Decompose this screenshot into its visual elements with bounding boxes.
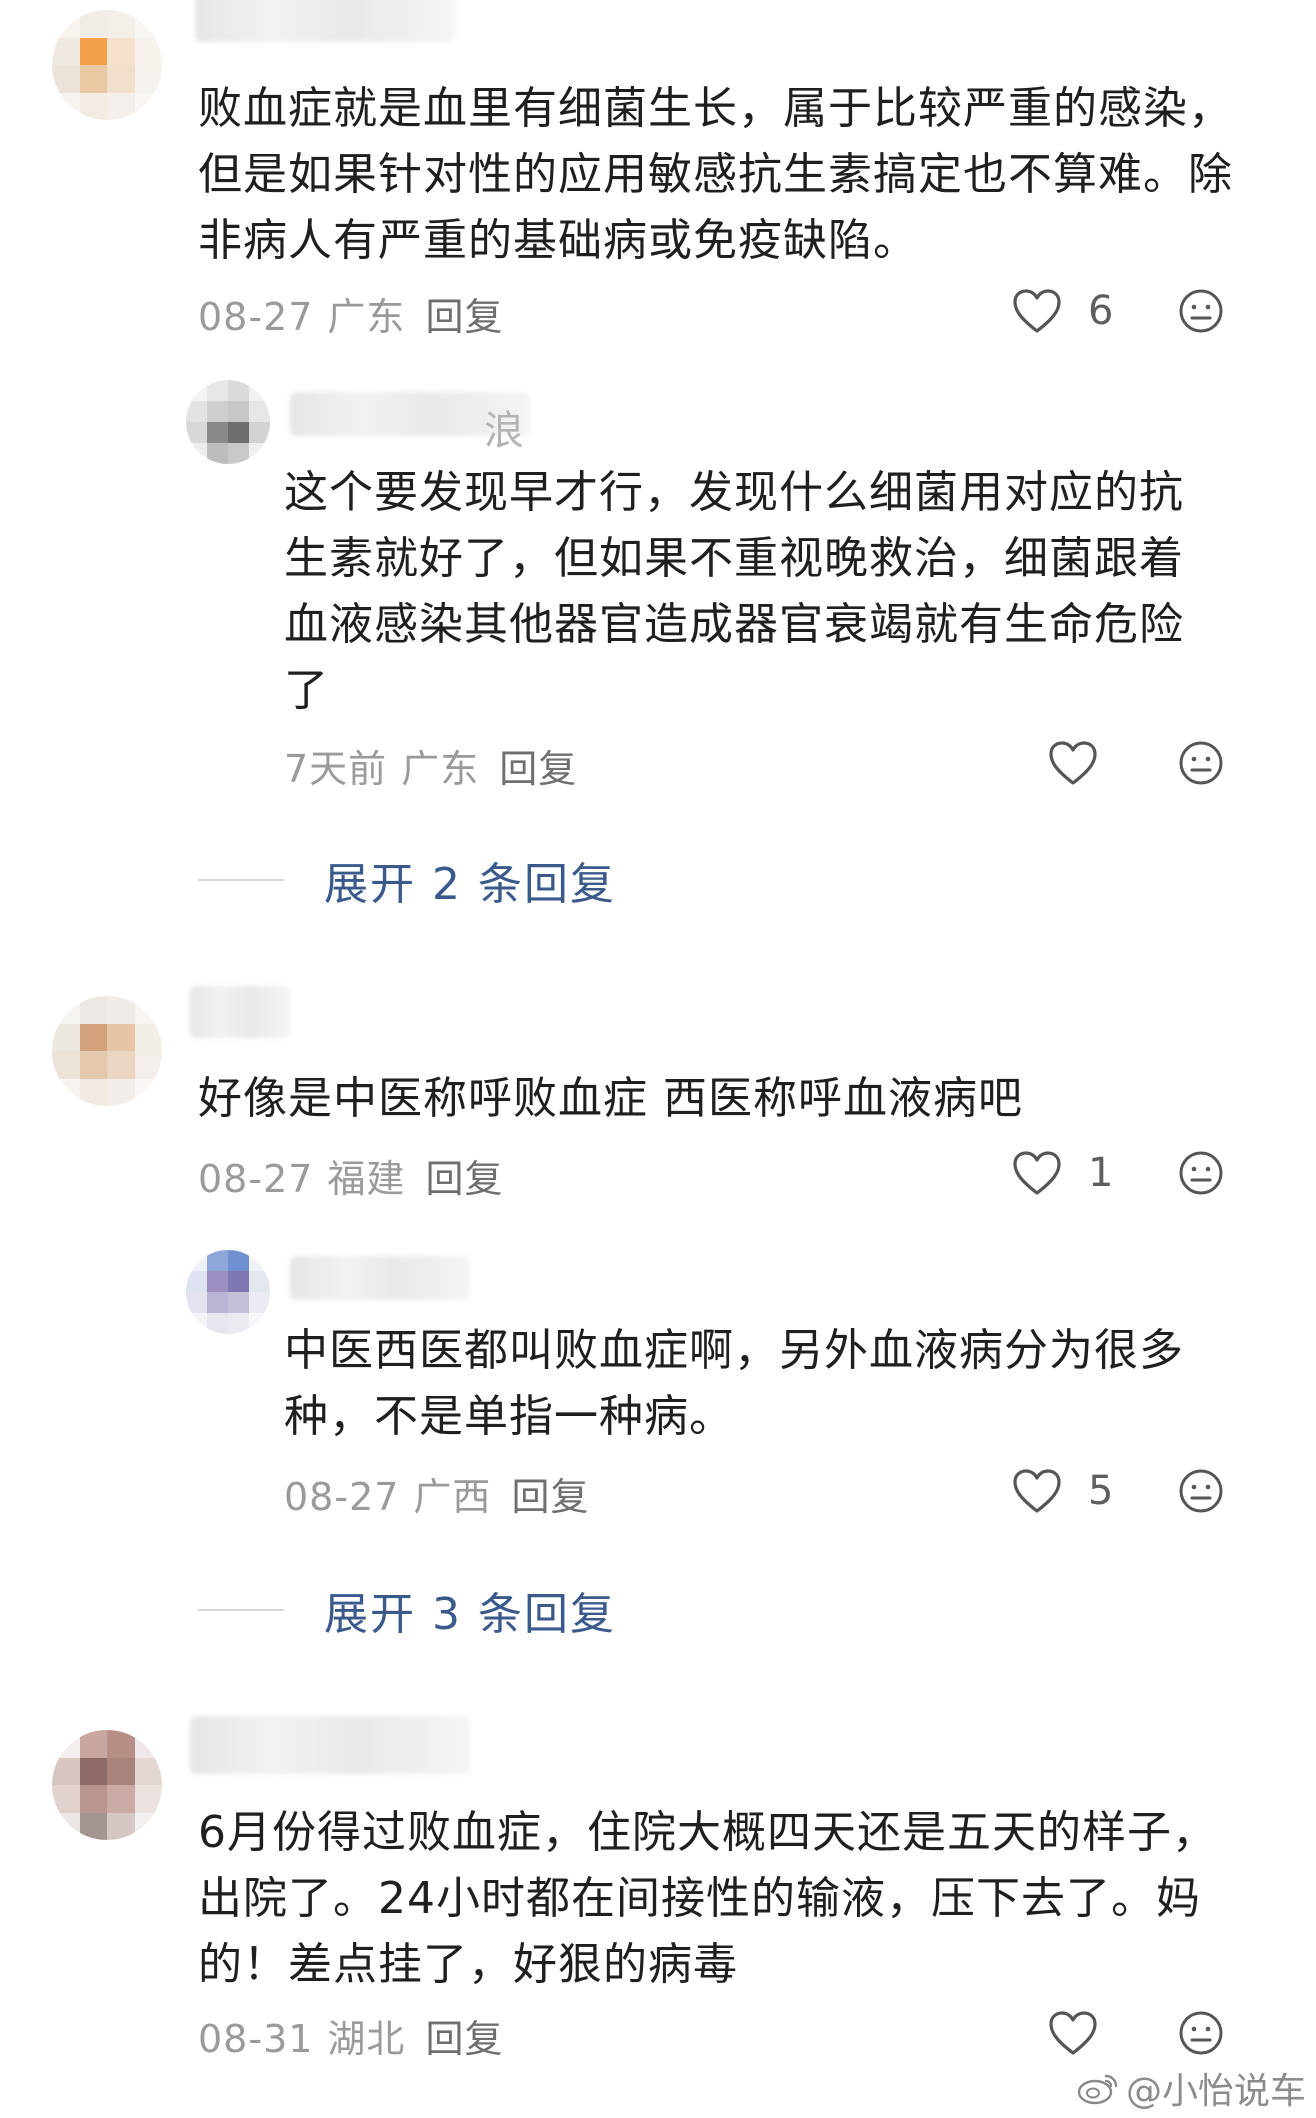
username-blurred[interactable] [190,986,290,1038]
reply-button[interactable]: 回复 [425,1157,503,1201]
comment-text: 好像是中医称呼败血症 西医称呼血液病吧 [198,1073,1023,1124]
like-count: 5 [1088,1468,1114,1514]
comment-region: 福建 [327,1157,406,1201]
comment-date: 08-27 [284,1475,400,1519]
avatar[interactable] [186,380,270,464]
weibo-logo-icon [1077,2074,1118,2105]
comment-meta: 7天前 广东 回复 [284,738,577,793]
avatar[interactable] [52,1730,162,1840]
heart-icon [1013,289,1061,333]
comment-date: 7天前 [284,747,388,791]
username-fragment[interactable]: 浪 [484,398,526,456]
comment-region: 广东 [327,295,406,339]
like-button[interactable] [1048,2008,1098,2058]
reply-button[interactable]: 回复 [425,2017,503,2061]
watermark-text: @小怡说车 [1125,2071,1306,2112]
comment-meta: 08-27 广西 回复 [284,1466,589,1521]
avatar[interactable] [52,996,162,1106]
divider-line [198,1609,284,1611]
avatar[interactable] [52,10,162,120]
heart-icon [1049,2011,1097,2055]
expand-replies-label[interactable]: 展开 3 条回复 [324,1578,616,1642]
comment-meta: 08-27 广东 回复 [198,286,503,341]
username-blurred[interactable] [195,0,455,42]
comment-region: 广西 [413,1475,492,1519]
like-count: 1 [1088,1150,1114,1196]
comment-thread: 败血症就是血里有细菌生长，属于比较严重的感染，但是如果针对性的应用敏感抗生素搞定… [0,0,1316,2118]
expand-replies-link[interactable]: 展开 2 条回复 [198,848,616,912]
neutral-face-icon[interactable] [1178,288,1224,334]
comment-region: 湖北 [327,2017,406,2061]
expand-replies-link[interactable]: 展开 3 条回复 [198,1578,616,1642]
reply-button[interactable]: 回复 [511,1475,589,1519]
heart-icon [1013,1151,1061,1195]
neutral-face-icon[interactable] [1178,2010,1224,2056]
reply-button[interactable]: 回复 [425,295,503,339]
neutral-face-icon[interactable] [1178,1150,1224,1196]
comment-date: 08-27 [198,1157,314,1201]
comment-text: 这个要发现早才行，发现什么细菌用对应的抗生素就好了，但如果不重视晚救治，细菌跟着… [284,467,1184,716]
heart-icon [1049,741,1097,785]
comment-date: 08-27 [198,295,314,339]
heart-icon [1013,1469,1061,1513]
neutral-face-icon[interactable] [1178,1468,1224,1514]
comment-date: 08-31 [198,2017,314,2061]
comment-text: 6月份得过败血症，住院大概四天还是五天的样子，出院了。24小时都在间接性的输液，… [198,1807,1217,1990]
username-blurred[interactable] [190,1716,470,1774]
comment-text: 中医西医都叫败血症啊，另外血液病分为很多种，不是单指一种病。 [284,1325,1184,1442]
expand-replies-label[interactable]: 展开 2 条回复 [324,848,616,912]
username-blurred[interactable] [290,1256,470,1300]
like-button[interactable]: 6 [1012,286,1113,336]
comment-meta: 08-27 福建 回复 [198,1148,503,1203]
neutral-face-icon[interactable] [1178,740,1224,786]
comment-meta: 08-31 湖北 回复 [198,2008,503,2063]
like-button[interactable]: 5 [1012,1466,1113,1516]
comment-text: 败血症就是血里有细菌生长，属于比较严重的感染，但是如果针对性的应用敏感抗生素搞定… [198,83,1233,266]
divider-line [198,879,284,881]
like-button[interactable]: 1 [1012,1148,1113,1198]
like-count: 6 [1088,288,1114,334]
reply-button[interactable]: 回复 [499,747,577,791]
comment-region: 广东 [401,747,480,791]
like-button[interactable] [1048,738,1124,788]
avatar[interactable] [186,1250,270,1334]
watermark: @小怡说车 [1076,2062,1306,2114]
